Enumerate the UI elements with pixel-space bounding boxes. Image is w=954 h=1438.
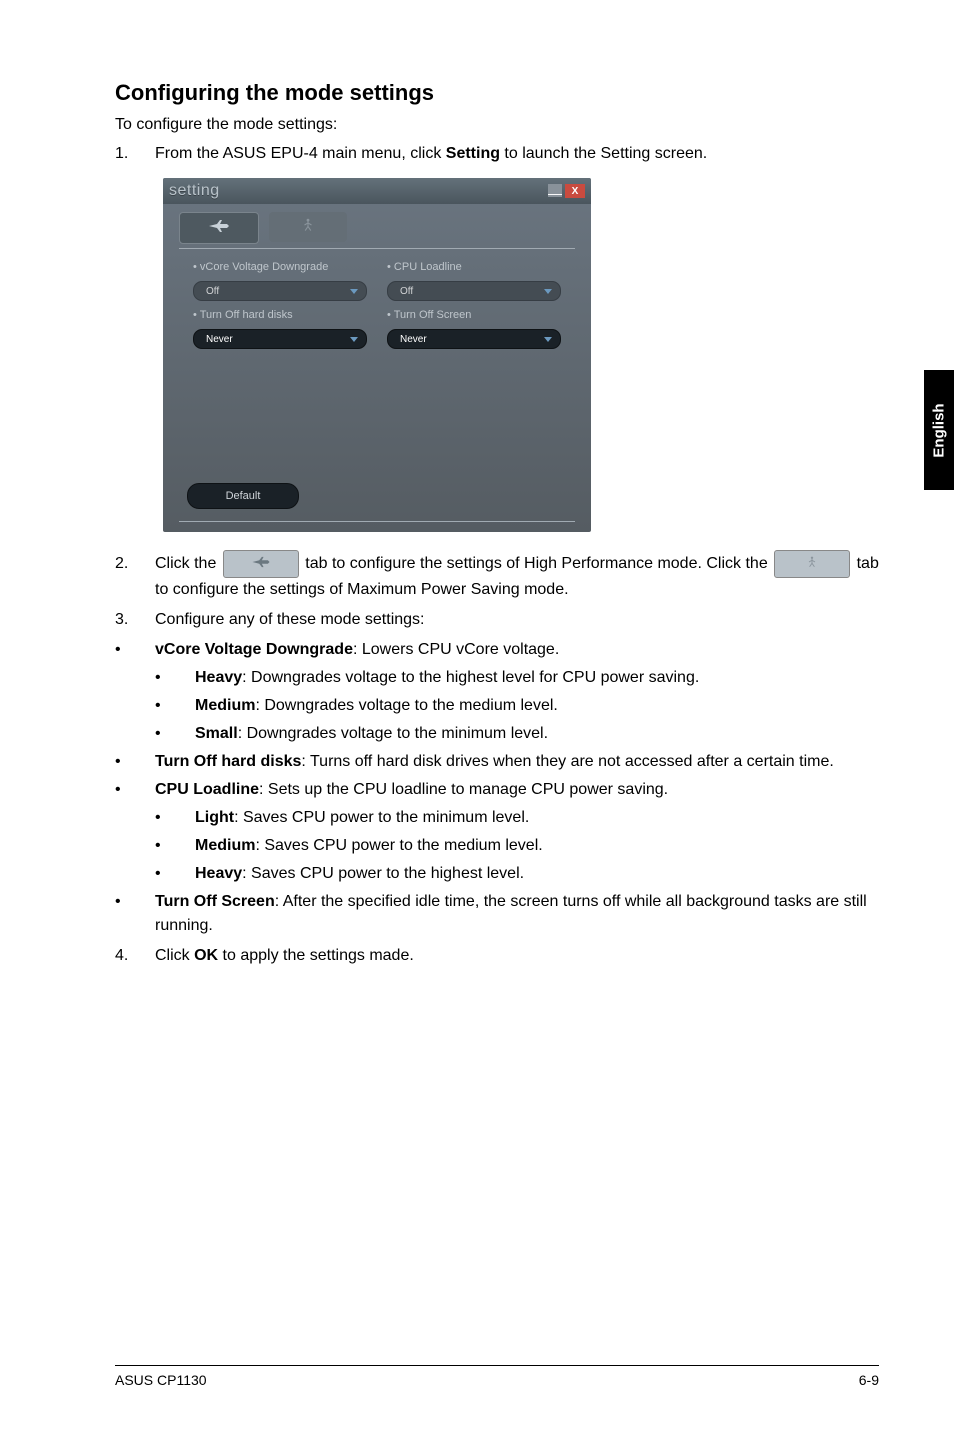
high-performance-tab[interactable]: [179, 212, 259, 244]
vcore-dropdown[interactable]: Off: [193, 281, 367, 301]
step-text: From the ASUS EPU-4 main menu, click Set…: [155, 142, 879, 166]
footer-right: 6-9: [859, 1372, 879, 1388]
bullet-medium2: • Medium: Saves CPU power to the medium …: [115, 834, 879, 858]
step-text: Configure any of these mode settings:: [155, 608, 879, 632]
step-num: 3.: [115, 611, 155, 629]
person-icon: [296, 218, 320, 237]
bullet-heavy: • Heavy: Downgrades voltage to the highe…: [115, 666, 879, 690]
chevron-down-icon: [544, 289, 552, 294]
chevron-down-icon: [350, 337, 358, 342]
power-saving-tab[interactable]: [269, 212, 347, 242]
mode-tabs: [163, 204, 591, 244]
page-heading: Configuring the mode settings: [115, 80, 879, 106]
window-title: setting: [169, 182, 220, 200]
close-button[interactable]: X: [565, 184, 585, 198]
bullet-small: • Small: Downgrades voltage to the minim…: [115, 722, 879, 746]
titlebar: setting — X: [163, 178, 591, 204]
step-4: 4. Click OK to apply the settings made.: [115, 944, 879, 968]
step-2: 2. Click the tab to configure the settin…: [115, 550, 879, 602]
high-performance-tab-icon: [223, 550, 299, 578]
vcore-label: • vCore Voltage Downgrade: [193, 261, 367, 273]
power-saving-tab-icon: [774, 550, 850, 578]
step-3: 3. Configure any of these mode settings:: [115, 608, 879, 632]
bullet-vcore: • vCore Voltage Downgrade: Lowers CPU vC…: [115, 638, 879, 662]
bullet-medium: • Medium: Downgrades voltage to the medi…: [115, 694, 879, 718]
screen-label: • Turn Off Screen: [387, 309, 561, 321]
bullet-loadline: • CPU Loadline: Sets up the CPU loadline…: [115, 778, 879, 802]
page-content: Configuring the mode settings To configu…: [0, 0, 954, 1438]
settings-content: • vCore Voltage Downgrade • CPU Loadline…: [179, 248, 575, 483]
bullet-heavy2: • Heavy: Saves CPU power to the highest …: [115, 862, 879, 886]
bullet-light: • Light: Saves CPU power to the minimum …: [115, 806, 879, 830]
person-icon: [801, 552, 823, 576]
step-text: Click the tab to configure the settings …: [155, 550, 879, 602]
bullet-screen: • Turn Off Screen: After the specified i…: [115, 890, 879, 938]
cpuloadline-label: • CPU Loadline: [387, 261, 561, 273]
hdd-label: • Turn Off hard disks: [193, 309, 367, 321]
step-1: 1. From the ASUS EPU-4 main menu, click …: [115, 142, 879, 166]
minimize-button[interactable]: —: [548, 184, 562, 197]
cpuloadline-dropdown[interactable]: Off: [387, 281, 561, 301]
step-num: 2.: [115, 555, 155, 573]
bottom-bar: /SUS OK Cancel: [179, 521, 575, 532]
page-footer: ASUS CP1130 6-9: [115, 1365, 879, 1388]
footer-left: ASUS CP1130: [115, 1372, 207, 1388]
bullet-hdd: • Turn Off hard disks: Turns off hard di…: [115, 750, 879, 774]
step-text: Click OK to apply the settings made.: [155, 944, 879, 968]
setting-screenshot: setting — X: [163, 178, 879, 532]
plane-icon: [207, 219, 231, 238]
setting-window: setting — X: [163, 178, 591, 532]
default-row: Default: [163, 483, 591, 521]
screen-dropdown[interactable]: Never: [387, 329, 561, 349]
step-num: 4.: [115, 947, 155, 965]
intro-text: To configure the mode settings:: [115, 116, 879, 134]
hdd-dropdown[interactable]: Never: [193, 329, 367, 349]
plane-icon: [250, 552, 272, 576]
chevron-down-icon: [544, 337, 552, 342]
chevron-down-icon: [350, 289, 358, 294]
window-controls: — X: [548, 184, 585, 198]
default-button[interactable]: Default: [187, 483, 299, 509]
step-num: 1.: [115, 145, 155, 163]
